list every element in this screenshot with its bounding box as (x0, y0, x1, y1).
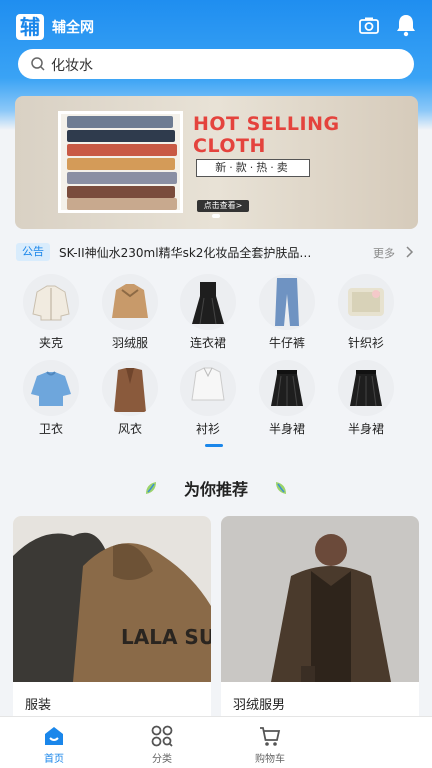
category-sweatshirt[interactable]: 卫衣 (16, 360, 86, 437)
tab-label: 购物车 (255, 754, 285, 765)
banner-headline: HOT SELLING CLOTH (193, 113, 340, 157)
tab-home[interactable]: 首页 (0, 717, 108, 768)
banner-subtitle: 新·款·热·卖 (196, 159, 310, 177)
knitwear-icon (338, 274, 394, 330)
product-image: LALA SUSU (13, 516, 211, 682)
product-card[interactable]: 羽绒服男 (221, 516, 419, 726)
hoodie-print-text: LALA SUSU (121, 625, 211, 649)
category-page-indicator (205, 444, 223, 447)
app-logo: 辅 (16, 14, 44, 40)
category-label: 风衣 (117, 422, 142, 436)
banner-pager-dot (212, 214, 220, 218)
sweatshirt-icon (23, 360, 79, 416)
bell-icon[interactable] (395, 13, 417, 37)
search-input[interactable]: 化妆水 (51, 55, 93, 75)
tab-category[interactable]: 分类 (108, 717, 216, 768)
jeans-icon (259, 274, 315, 330)
category-label: 连衣裙 (189, 336, 226, 350)
search-icon (31, 57, 45, 71)
banner-headline-line2: CLOTH (193, 135, 266, 157)
trench-coat-icon (102, 360, 158, 416)
banner-view-button[interactable]: 点击查看> (197, 200, 249, 212)
skirt-icon (338, 360, 394, 416)
notice-more-link[interactable]: 更多 (373, 245, 395, 261)
category-jeans[interactable]: 牛仔裤 (252, 274, 322, 351)
app-title: 辅全网 (52, 20, 94, 36)
promo-banner[interactable]: HOT SELLING CLOTH 新·款·热·卖 点击查看> (15, 96, 418, 229)
category-label: 羽绒服 (111, 336, 148, 350)
category-jacket[interactable]: 夹克 (16, 274, 86, 351)
product-title: 服装 (25, 698, 52, 713)
category-down-coat[interactable]: 羽绒服 (95, 274, 165, 351)
camera-icon[interactable] (358, 15, 380, 37)
leaf-right-icon (276, 482, 286, 494)
category-skirt[interactable]: 半身裙 (331, 360, 401, 437)
category-label: 衬衫 (195, 422, 220, 436)
category-label: 半身裙 (347, 422, 384, 436)
category-dress[interactable]: 连衣裙 (173, 274, 243, 351)
category-skirt[interactable]: 半身裙 (252, 360, 322, 437)
chevron-right-icon (406, 246, 414, 258)
grid-icon (151, 725, 173, 747)
notice-bar[interactable]: 公告 SK-II神仙水230ml精华sk2化妆品全套护肤品… 更多 (16, 243, 416, 263)
dress-icon (180, 274, 236, 330)
product-card[interactable]: LALA SUSU 服装 (13, 516, 211, 726)
recommend-title: 为你推荐 (183, 480, 248, 499)
category-label: 针织衫 (347, 336, 384, 350)
skirt-icon (259, 360, 315, 416)
cart-icon (260, 727, 281, 746)
tab-label: 分类 (152, 754, 172, 765)
app-header: 辅 辅全网 (0, 10, 432, 42)
category-label: 卫衣 (38, 422, 63, 436)
notice-text[interactable]: SK-II神仙水230ml精华sk2化妆品全套护肤品… (59, 244, 349, 261)
notice-tag: 公告 (16, 243, 50, 261)
tab-cart[interactable]: 购物车 (216, 717, 324, 768)
home-icon (45, 727, 63, 745)
banner-fabric-image (58, 111, 183, 213)
product-image (221, 516, 419, 682)
category-label: 牛仔裤 (268, 336, 305, 350)
bottom-tab-bar: 首页 分类 购物车 (0, 716, 432, 768)
banner-headline-line1: HOT SELLING (193, 113, 340, 135)
category-label: 半身裙 (268, 422, 305, 436)
down-coat-icon (102, 274, 158, 330)
search-bar[interactable]: 化妆水 (18, 49, 414, 79)
category-trench-coat[interactable]: 风衣 (95, 360, 165, 437)
category-label: 夹克 (38, 336, 63, 350)
jacket-icon (23, 274, 79, 330)
shirt-icon (180, 360, 236, 416)
tab-label: 首页 (44, 754, 64, 765)
category-knitwear[interactable]: 针织衫 (331, 274, 401, 351)
category-shirt[interactable]: 衬衫 (173, 360, 243, 437)
product-title: 羽绒服男 (233, 698, 286, 713)
